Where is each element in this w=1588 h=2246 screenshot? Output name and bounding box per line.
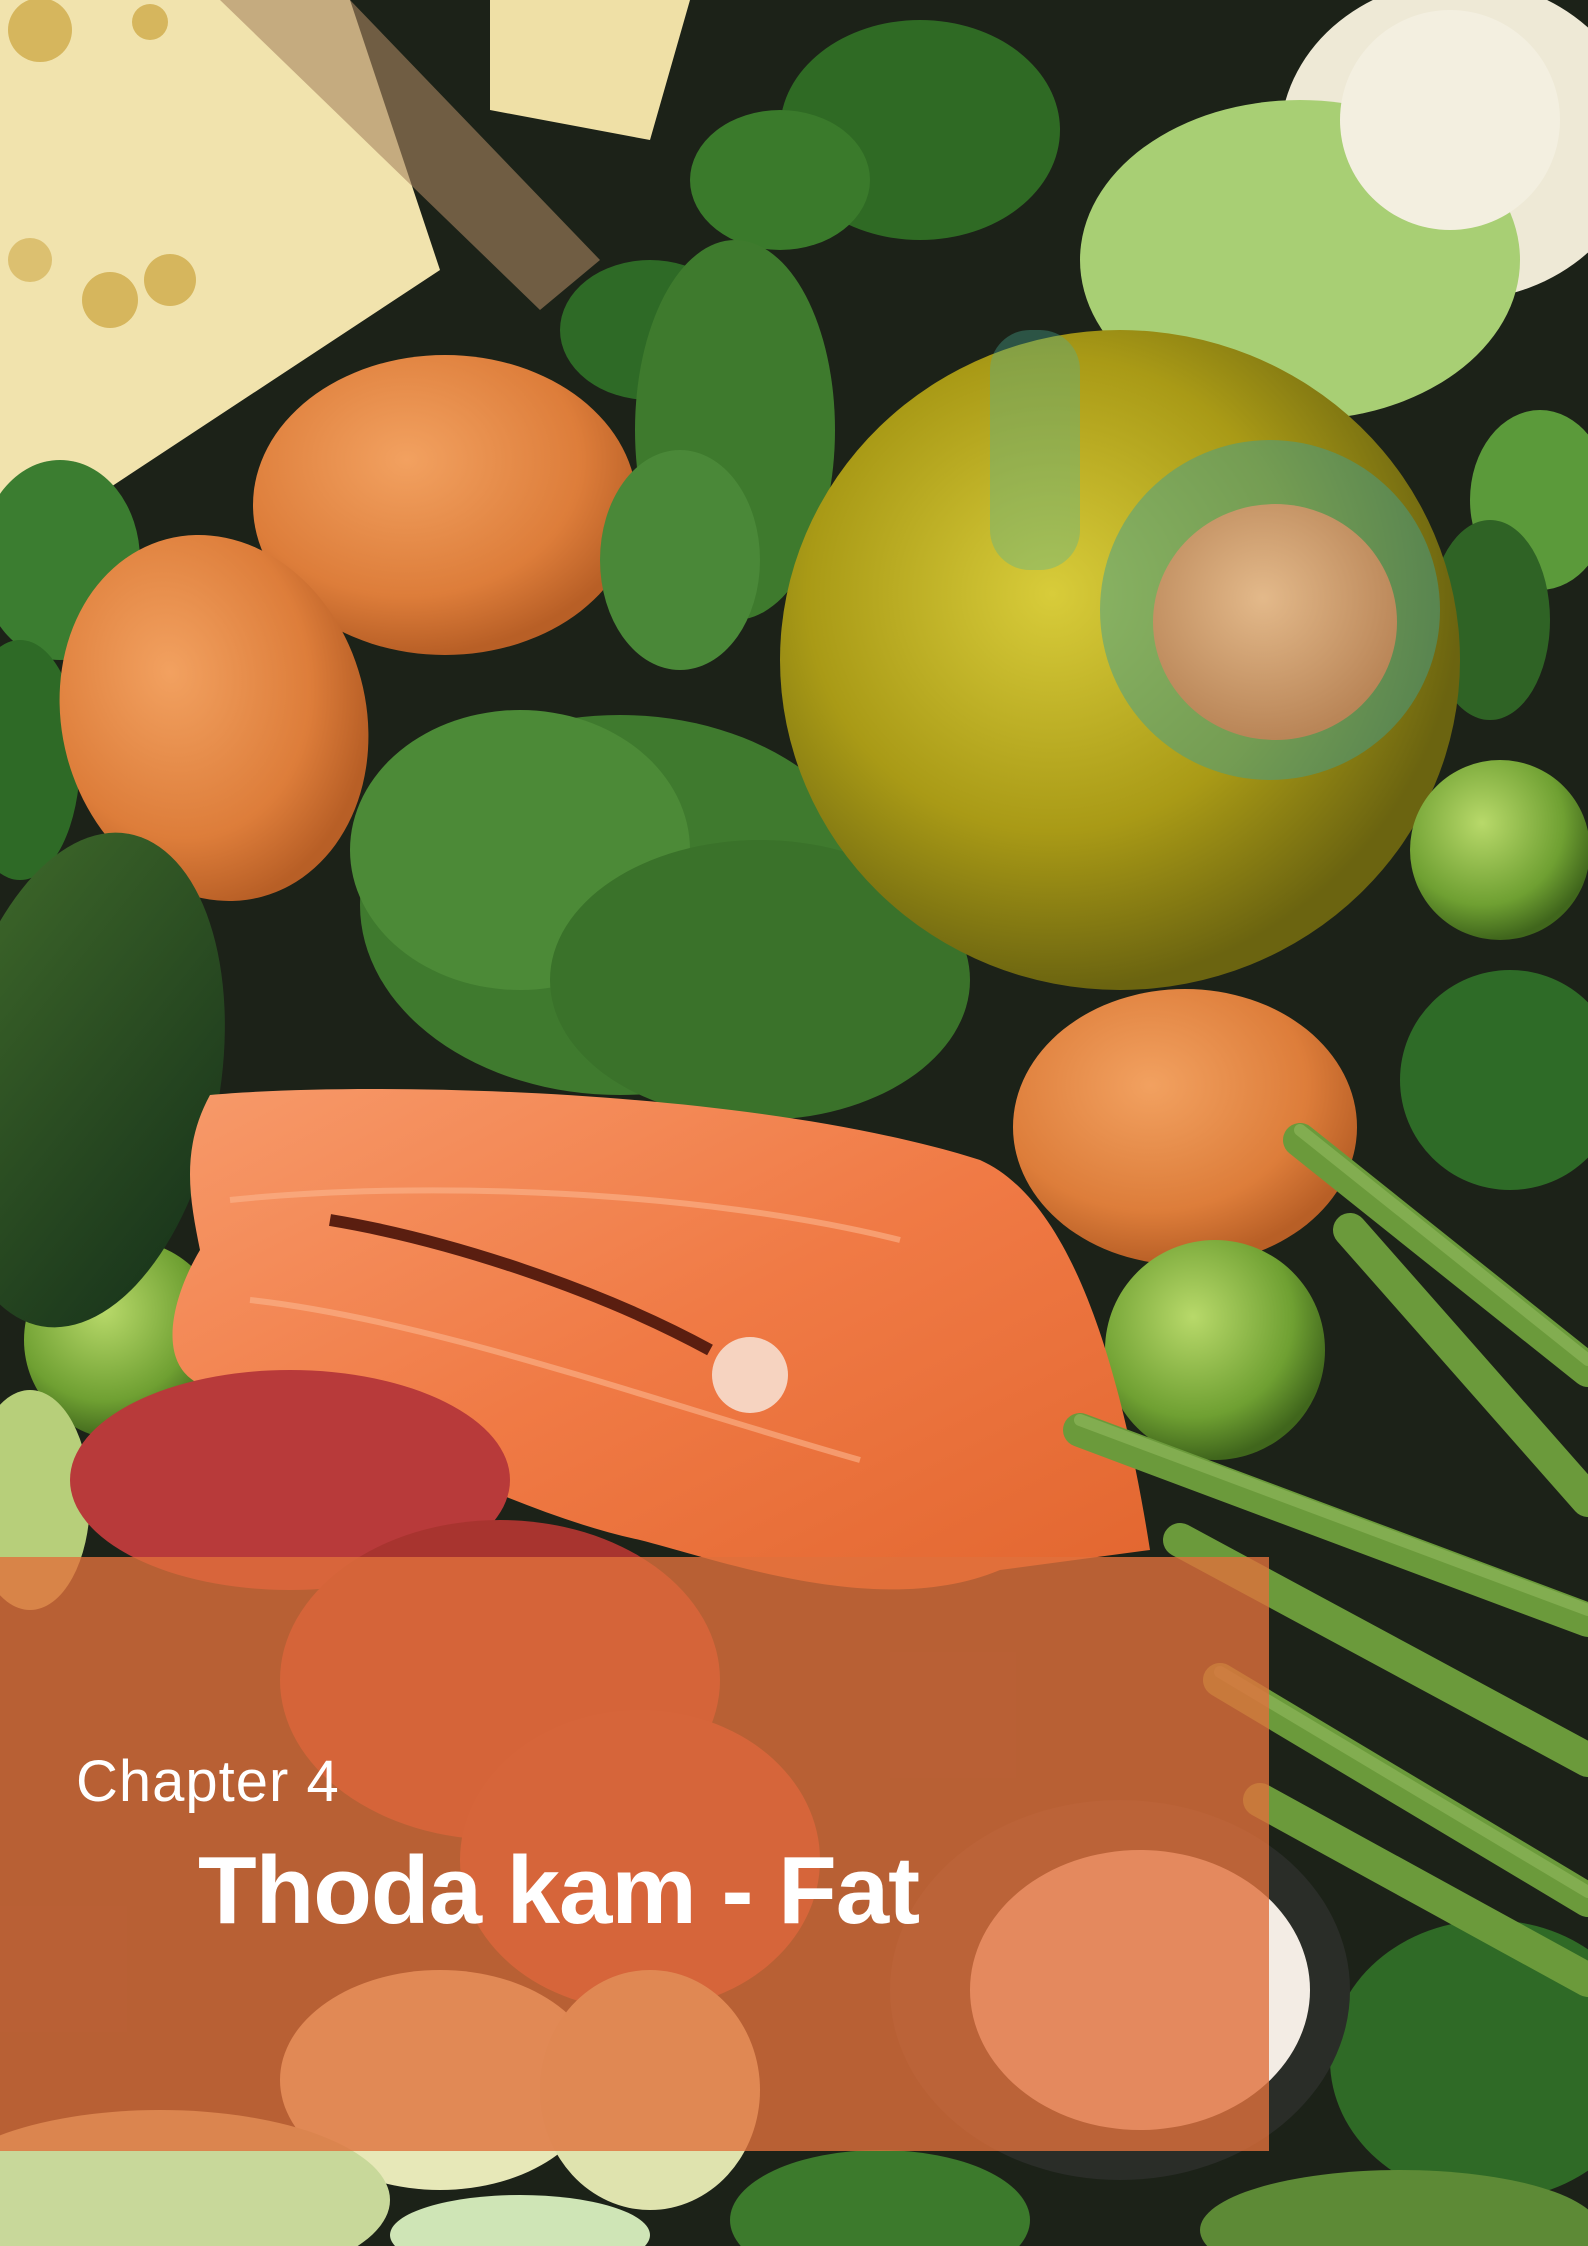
chapter-number-label: Chapter 4 [76, 1749, 340, 1814]
chapter-title: Thoda kam - Fat [198, 1837, 920, 1944]
chapter-cover-page: Chapter 4 Thoda kam - Fat [0, 0, 1588, 2246]
